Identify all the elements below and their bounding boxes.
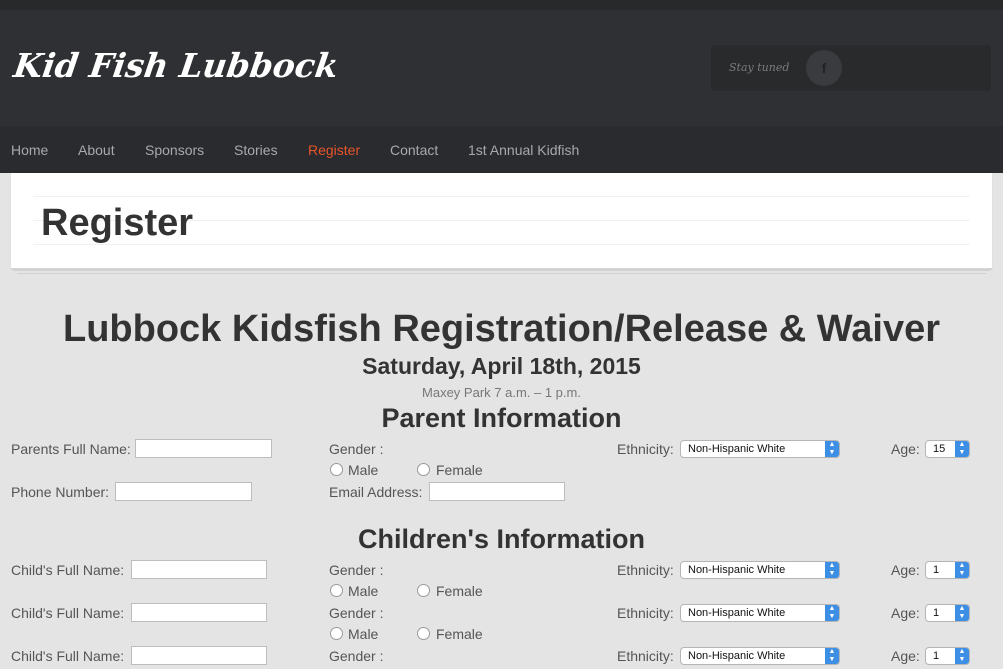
email-input[interactable] <box>429 482 565 501</box>
child-ethnicity-label: Ethnicity: <box>617 562 674 578</box>
parent-male-label: Male <box>348 462 379 478</box>
child-male-radio[interactable] <box>330 584 343 597</box>
child-ethnicity-select[interactable]: Non-Hispanic White ▲ ▼ <box>680 647 840 665</box>
child-female-label: Female <box>436 626 483 642</box>
parent-female-radio[interactable] <box>417 463 430 476</box>
child-ethnicity-select[interactable]: Non-Hispanic White ▲ ▼ <box>680 604 840 622</box>
parent-name-input[interactable] <box>135 439 272 458</box>
nav-sponsors[interactable]: Sponsors <box>145 142 204 158</box>
nav-home[interactable]: Home <box>11 142 48 158</box>
main-nav: Home About Sponsors Stories Register Con… <box>0 126 1003 173</box>
child-gender-label: Gender : <box>329 562 384 578</box>
child-age-label: Age: <box>891 648 920 664</box>
select-arrows-icon: ▲ ▼ <box>825 562 839 578</box>
select-arrows-icon: ▲ ▼ <box>955 648 969 664</box>
child-gender-label: Gender : <box>329 648 384 664</box>
parent-section-heading: Parent Information <box>381 403 622 433</box>
parent-gender-label: Gender : <box>329 441 384 457</box>
parent-ethnicity-label: Ethnicity: <box>617 441 674 457</box>
nav-stories[interactable]: Stories <box>234 142 278 158</box>
parent-age-value: 15 <box>933 443 946 455</box>
child-ethnicity-label: Ethnicity: <box>617 605 674 621</box>
event-location: Maxey Park 7 a.m. – 1 p.m. <box>422 385 581 400</box>
page-title-box: Register <box>11 173 992 269</box>
parent-age-label: Age: <box>891 441 920 457</box>
parent-ethnicity-select[interactable]: Non-Hispanic White ▲ ▼ <box>680 440 840 458</box>
social-panel: Stay tuned f <box>711 45 991 91</box>
phone-input[interactable] <box>115 482 252 501</box>
child-male-radio[interactable] <box>330 627 343 640</box>
child-age-value: 1 <box>933 607 940 619</box>
parent-name-label: Parents Full Name: <box>11 441 131 457</box>
paper-stack-edge <box>14 270 989 271</box>
child-name-input[interactable] <box>131 603 267 622</box>
parent-age-select[interactable]: 15 ▲ ▼ <box>925 440 970 458</box>
child-female-radio[interactable] <box>417 584 430 597</box>
select-arrows-icon: ▲ ▼ <box>825 441 839 457</box>
social-label: Stay tuned <box>729 61 790 74</box>
child-male-label: Male <box>348 583 379 599</box>
child-gender-label: Gender : <box>329 605 384 621</box>
child-name-input[interactable] <box>131 646 267 665</box>
child-age-label: Age: <box>891 562 920 578</box>
child-age-value: 1 <box>933 564 940 576</box>
child-ethnicity-label: Ethnicity: <box>617 648 674 664</box>
nav-1st-annual-kidfish[interactable]: 1st Annual Kidfish <box>468 142 579 158</box>
select-arrows-icon: ▲ ▼ <box>955 441 969 457</box>
child-age-label: Age: <box>891 605 920 621</box>
site-logo[interactable]: Kid Fish Lubbock <box>11 46 341 85</box>
nav-contact[interactable]: Contact <box>390 142 438 158</box>
child-female-radio[interactable] <box>417 627 430 640</box>
child-age-value: 1 <box>933 650 940 662</box>
title-rule <box>33 196 970 197</box>
paper-stack-edge <box>17 273 986 274</box>
facebook-icon[interactable]: f <box>806 50 842 86</box>
parent-male-radio[interactable] <box>330 463 343 476</box>
phone-label: Phone Number: <box>11 484 110 500</box>
child-name-label: Child's Full Name: <box>11 562 125 578</box>
select-arrows-icon: ▲ ▼ <box>825 605 839 621</box>
child-female-label: Female <box>436 583 483 599</box>
email-label: Email Address: <box>329 484 423 500</box>
nav-register[interactable]: Register <box>308 142 360 158</box>
parent-female-label: Female <box>436 462 483 478</box>
select-arrows-icon: ▲ ▼ <box>955 605 969 621</box>
child-name-label: Child's Full Name: <box>11 648 125 664</box>
child-age-select[interactable]: 1 ▲ ▼ <box>925 604 970 622</box>
event-date: Saturday, April 18th, 2015 <box>362 353 641 379</box>
child-age-select[interactable]: 1 ▲ ▼ <box>925 561 970 579</box>
child-male-label: Male <box>348 626 379 642</box>
select-arrows-icon: ▲ ▼ <box>825 648 839 664</box>
children-section-heading: Children's Information <box>358 524 645 554</box>
site-header: Kid Fish Lubbock Stay tuned f <box>0 0 1003 126</box>
nav-about[interactable]: About <box>78 142 115 158</box>
parent-ethnicity-value: Non-Hispanic White <box>688 443 786 455</box>
page-title: Register <box>41 202 194 244</box>
child-name-input[interactable] <box>131 560 267 579</box>
child-ethnicity-select[interactable]: Non-Hispanic White ▲ ▼ <box>680 561 840 579</box>
child-name-label: Child's Full Name: <box>11 605 125 621</box>
form-heading: Lubbock Kidsfish Registration/Release & … <box>62 308 941 350</box>
select-arrows-icon: ▲ ▼ <box>955 562 969 578</box>
child-ethnicity-value: Non-Hispanic White <box>688 564 786 576</box>
child-age-select[interactable]: 1 ▲ ▼ <box>925 647 970 665</box>
child-ethnicity-value: Non-Hispanic White <box>688 650 786 662</box>
child-ethnicity-value: Non-Hispanic White <box>688 607 786 619</box>
